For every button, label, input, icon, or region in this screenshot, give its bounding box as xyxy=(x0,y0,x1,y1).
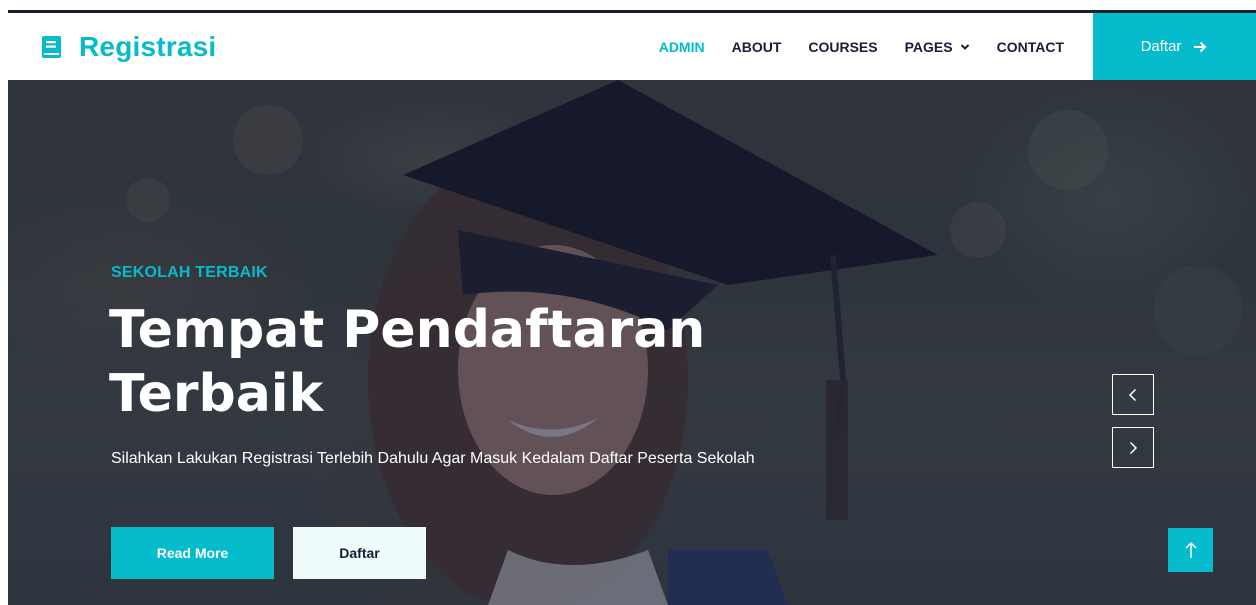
main-nav: ADMIN ABOUT COURSES PAGES CONTACT xyxy=(632,13,1064,80)
nav-item-admin[interactable]: ADMIN xyxy=(659,39,705,55)
carousel-prev-button[interactable] xyxy=(1112,374,1154,415)
nav-item-pages[interactable]: PAGES xyxy=(905,39,970,55)
chevron-down-icon xyxy=(960,43,969,50)
back-to-top-button[interactable] xyxy=(1168,528,1213,572)
carousel-next-button[interactable] xyxy=(1112,427,1154,468)
daftar-cta-button[interactable]: Daftar xyxy=(1093,13,1256,80)
navbar: Registrasi ADMIN ABOUT COURSES PAGES CON… xyxy=(8,13,1256,80)
arrow-up-icon xyxy=(1184,541,1197,558)
nav-item-pages-label: PAGES xyxy=(904,38,953,55)
nav-item-about[interactable]: ABOUT xyxy=(732,39,782,55)
book-icon xyxy=(42,35,61,58)
arrow-right-icon xyxy=(1194,41,1207,52)
nav-item-contact[interactable]: CONTACT xyxy=(997,39,1064,55)
daftar-button[interactable]: Daftar xyxy=(293,527,426,579)
chevron-left-icon xyxy=(1128,388,1137,401)
brand-logo[interactable]: Registrasi xyxy=(40,31,216,63)
hero-subtext: Silahkan Lakukan Registrasi Terlebih Dah… xyxy=(111,450,755,467)
brand-name: Registrasi xyxy=(79,30,217,62)
nav-item-courses[interactable]: COURSES xyxy=(808,39,877,55)
hero-headline: Tempat Pendaftaran Terbaik xyxy=(109,300,706,424)
hero-eyebrow: SEKOLAH TERBAIK xyxy=(111,264,268,281)
read-more-button[interactable]: Read More xyxy=(111,527,274,579)
chevron-right-icon xyxy=(1129,441,1138,454)
hero-carousel: SEKOLAH TERBAIK Tempat Pendaftaran Terba… xyxy=(8,80,1256,605)
daftar-cta-label: Daftar xyxy=(1140,38,1182,55)
